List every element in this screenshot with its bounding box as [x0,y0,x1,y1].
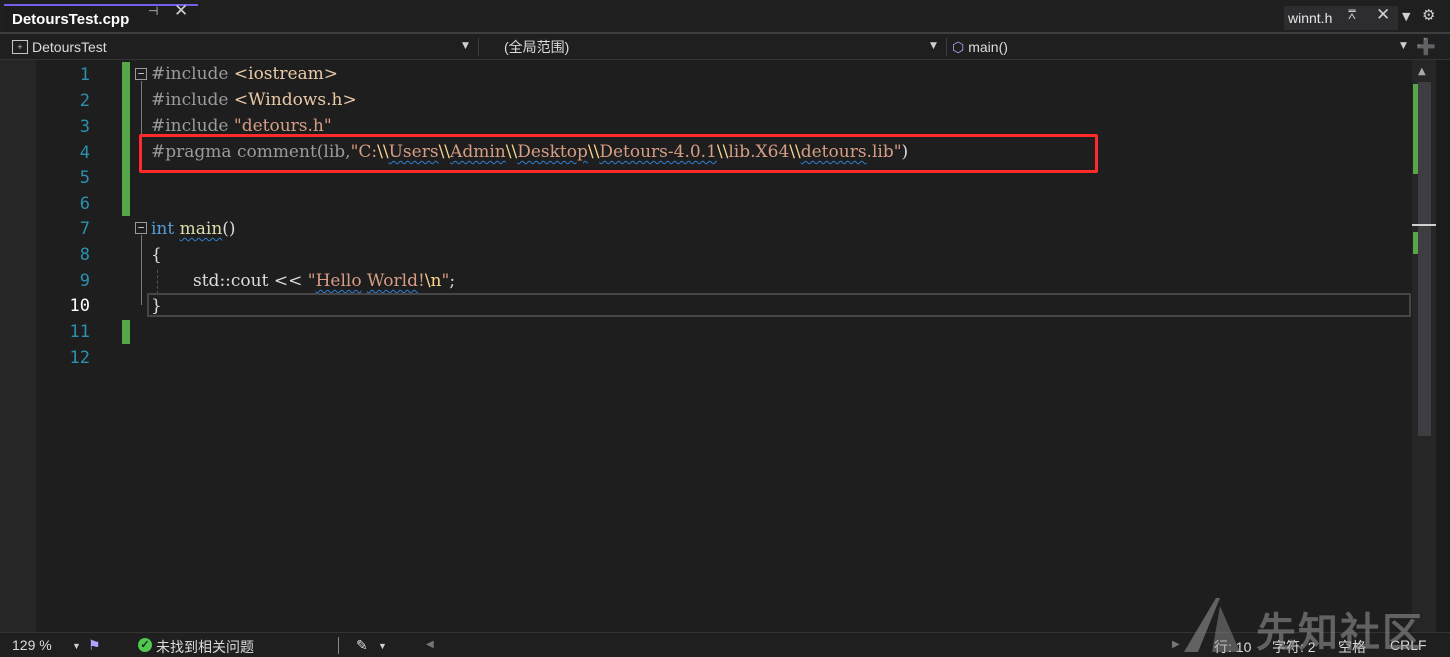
line-number: 8 [79,245,90,265]
chevron-down-icon[interactable]: ▼ [72,641,81,651]
scrollbar-thumb[interactable] [1418,82,1431,436]
tab-title: winnt.h [1288,10,1333,26]
selection-margin [0,60,36,632]
line-number: 6 [79,194,90,214]
code-line-2: #include <Windows.h> [151,87,357,113]
scope-dropdown[interactable]: (全局范围) [504,36,569,58]
change-indicator [122,62,130,216]
chevron-down-icon[interactable]: ▼ [462,41,469,51]
fold-guide [141,235,142,305]
gear-icon[interactable]: ⚙ [1422,6,1435,24]
string-literal: ! [417,271,425,291]
chevron-down-icon[interactable]: ▼ [930,41,937,51]
member-label: main() [968,39,1008,55]
string-literal: Hello [315,271,362,291]
line-number: 5 [79,168,90,188]
pin-icon[interactable]: ⩞ [1348,8,1356,23]
scrollbar-edge [1436,60,1450,632]
watermark-logo-icon [1184,598,1240,652]
intellicode-icon[interactable]: ⚑ [88,637,101,654]
nav-divider [946,38,947,56]
check-icon: ✓ [138,638,152,652]
line-number: 7 [79,219,90,239]
string-literal: World [366,271,418,291]
brush-icon[interactable]: ✎ [356,637,368,654]
preprocessor-token: #include [151,90,229,110]
string-literal: "detours.h" [233,116,332,136]
punctuation: () [222,219,236,239]
chevron-down-icon[interactable]: ▼ [378,641,387,651]
escape-sequence: \n [424,271,442,291]
chevron-down-icon[interactable]: ▼ [1402,10,1410,23]
statement: std::cout << [193,271,303,291]
line-number: 12 [69,348,90,368]
zoom-level[interactable]: 129 % [12,637,52,653]
horizontal-scrollbar[interactable]: ◀ ▶ [420,635,1190,655]
line-number: 2 [79,91,90,111]
navigation-bar: + DetoursTest ▼ (全局范围) ▼ ⬡ main() ▼ ➕ [0,34,1450,60]
scope-label: (全局范围) [504,39,570,55]
cube-icon: ⬡ [952,38,965,55]
collapse-icon[interactable]: − [135,68,147,80]
line-number: 9 [79,271,90,291]
watermark: 先知社区 [1176,596,1446,656]
preprocessor-token: #include [151,64,229,84]
code-line-7: int main() [151,216,236,242]
code-line-1: #include <iostream> [151,61,338,87]
brace: } [151,296,162,316]
tab-detourstest-cpp[interactable]: DetoursTest.cpp [4,4,198,32]
preprocessor-token: #include [151,116,229,136]
close-icon[interactable]: ✕ [1376,5,1390,25]
punctuation: ; [449,271,456,291]
issues-status[interactable]: 未找到相关问题 [156,637,254,657]
status-divider [338,637,339,654]
line-number: 1 [79,65,90,85]
change-marker [1413,84,1418,174]
caret-marker [1412,224,1436,226]
tab-winnt-h[interactable]: winnt.h ⩞ ✕ [1284,5,1398,30]
chevron-down-icon[interactable]: ▼ [1400,41,1407,51]
string-literal: " [307,271,316,291]
project-dropdown[interactable]: + DetoursTest [12,36,107,58]
project-name: DetoursTest [32,39,107,55]
code-editor[interactable]: 1 2 3 4 5 6 7 8 9 10 11 12 − − #include … [0,60,1412,632]
include-path: <Windows.h> [233,90,357,110]
code-line-10: } [151,293,162,319]
change-indicator [122,320,130,344]
split-icon[interactable]: ➕ [1416,37,1436,56]
document-tab-bar: DetoursTest.cpp ⊣ ✕ winnt.h ⩞ ✕ ▼ ⚙ [0,0,1450,34]
pin-icon[interactable]: ⊣ [148,4,158,18]
close-icon[interactable]: ✕ [174,1,188,21]
nav-divider [478,38,479,56]
project-icon: + [12,40,28,54]
code-line-9: std::cout << "Hello World!\n"; [193,268,455,294]
scroll-up-icon[interactable]: ▲ [1418,66,1426,77]
tab-title: DetoursTest.cpp [12,10,130,28]
fold-guide [141,81,142,135]
line-number: 11 [69,322,90,342]
current-line-highlight [147,293,1411,317]
collapse-icon[interactable]: − [135,222,147,234]
change-marker [1413,232,1418,254]
line-number: 3 [79,117,90,137]
keyword: int [151,219,175,239]
vertical-scrollbar[interactable]: ▲ [1412,60,1436,632]
highlight-annotation-box [139,134,1098,173]
line-number: 4 [79,143,90,163]
function-name: main [179,219,223,239]
include-path: <iostream> [233,64,339,84]
scroll-left-icon[interactable]: ◀ [426,639,434,650]
line-number-current: 10 [69,296,90,316]
code-line-8: { [151,242,162,268]
line-number-gutter: 1 2 3 4 5 6 7 8 9 10 11 12 [36,60,92,632]
watermark-text: 先知社区 [1256,610,1424,656]
member-dropdown[interactable]: ⬡ main() [952,36,1008,58]
indent-guide [157,270,158,294]
brace: { [151,245,162,265]
